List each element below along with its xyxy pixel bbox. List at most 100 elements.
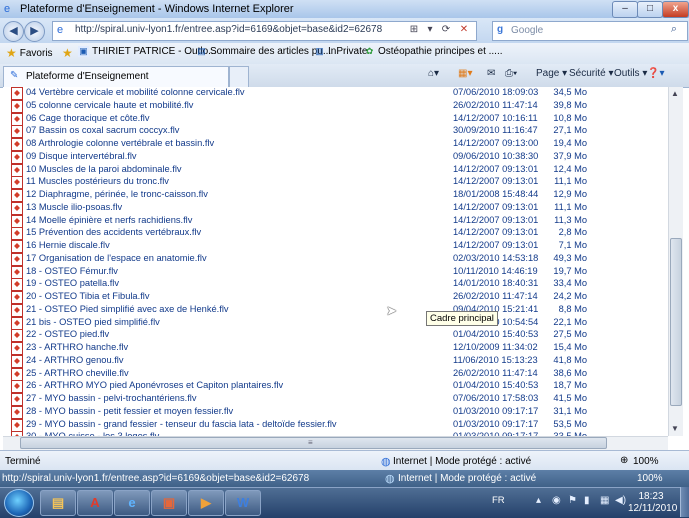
scroll-up-icon[interactable]: ▲ [668, 87, 682, 101]
window-title-bar[interactable]: e Plateforme d'Enseignement - Windows In… [0, 0, 689, 19]
add-favorite-button[interactable]: ★ [62, 46, 73, 60]
print-icon[interactable]: ⎙▾ [505, 68, 517, 79]
list-item[interactable]: 14 Moelle épinière et nerfs rachidiens.f… [3, 214, 673, 228]
file-name-link[interactable]: 05 colonne cervicale haute et mobilité.f… [26, 100, 193, 110]
list-item[interactable]: 23 - ARTHRO hanche.flv 12/10/2009 11:34:0… [3, 342, 673, 355]
start-button[interactable] [4, 489, 34, 517]
file-name-link[interactable]: 26 - ARTHRO MYO pied Aponévroses et Capi… [26, 380, 283, 390]
horizontal-scroll-thumb[interactable] [20, 437, 607, 449]
dropdown-icon[interactable]: ▾ [423, 23, 437, 37]
file-name-link[interactable]: 18 - OSTEO Fémur.flv [26, 266, 118, 276]
file-name-link[interactable]: 12 Diaphragme, périnée, le tronc-caisson… [26, 189, 208, 199]
list-item[interactable]: 08 Arthrologie colonne vertébrale et bas… [3, 138, 673, 151]
minimize-button[interactable]: – [612, 1, 638, 18]
list-item[interactable]: 19 - OSTEO patella.flv 14/01/2010 18:40:3… [3, 278, 673, 292]
file-name-link[interactable]: 17 Organisation de l'espace en anatomie.… [26, 253, 207, 263]
file-name-link[interactable]: 22 - OSTEO pied.flv [26, 329, 109, 339]
inprivate-link[interactable]: ▥ InPrivate [314, 46, 367, 57]
page-menu[interactable]: Page ▾ [536, 68, 567, 79]
forward-button[interactable]: ▶ [24, 21, 45, 42]
file-name-link[interactable]: 24 - ARTHRO genou.flv [26, 355, 124, 365]
list-item[interactable]: 28 - MYO bassin - petit fessier et moyen… [3, 405, 673, 419]
security-zone[interactable]: Internet | Mode protégé : activé [393, 456, 531, 467]
tray-app-icon[interactable]: ◉ [552, 495, 561, 506]
file-name-link[interactable]: 29 - MYO bassin - grand fessier - tenseu… [26, 419, 337, 429]
show-desktop-button[interactable] [680, 487, 689, 517]
list-item[interactable]: 21 - OSTEO Pied simplifié avec axe de He… [3, 303, 673, 317]
security-menu[interactable]: Sécurité ▾ [569, 68, 613, 79]
list-item[interactable]: 27 - MYO bassin - pelvi-trochantériens.f… [3, 393, 673, 406]
clock-time[interactable]: 18:23 [633, 491, 669, 502]
media-player-icon[interactable]: ▶ [188, 490, 224, 516]
search-icon[interactable]: ⌕ [667, 23, 681, 37]
list-item[interactable]: 15 Prévention des accidents vertébraux.f… [3, 227, 673, 241]
list-item[interactable]: 13 Muscle ilio-psoas.flv 14/12/2007 09:13… [3, 201, 673, 215]
list-item[interactable]: 04 Vertèbre cervicale et mobilité colonn… [3, 87, 673, 100]
stop-icon[interactable]: ✕ [457, 23, 471, 37]
tray-arrow-icon[interactable]: ▴ [536, 495, 541, 506]
file-name-link[interactable]: 16 Hernie discale.flv [26, 240, 110, 250]
tab-active[interactable]: ✎ Plateforme d'Enseignement [3, 66, 229, 87]
favorites-button[interactable]: ★ Favoris [6, 46, 53, 60]
search-box[interactable]: g Google ⌕ [492, 21, 688, 41]
file-name-link[interactable]: 20 - OSTEO Tibia et Fibula.flv [26, 291, 150, 301]
internet-explorer-icon[interactable]: e [114, 490, 150, 516]
new-tab-button[interactable] [229, 66, 249, 87]
favorite-link[interactable]: ▤ Sommaire des articles pu... [196, 46, 331, 57]
list-item[interactable]: 05 colonne cervicale haute et mobilité.f… [3, 99, 673, 113]
flag-icon[interactable]: ⚑ [568, 495, 577, 506]
list-item[interactable]: 20 - OSTEO Tibia et Fibula.flv 26/02/2010… [3, 291, 673, 304]
mail-icon[interactable]: ✉ [487, 68, 495, 79]
list-item[interactable]: 29 - MYO bassin - grand fessier - tenseu… [3, 418, 673, 432]
list-item[interactable]: 26 - ARTHRO MYO pied Aponévroses et Capi… [3, 380, 673, 394]
address-bar[interactable]: e http://spiral.univ-lyon1.fr/entree.asp… [52, 21, 477, 41]
list-item[interactable]: 12 Diaphragme, périnée, le tronc-caisson… [3, 189, 673, 202]
scroll-down-icon[interactable]: ▼ [668, 422, 682, 436]
list-item[interactable]: 10 Muscles de la paroi abdominale.flv 14/… [3, 163, 673, 177]
list-item[interactable]: 22 - OSTEO pied.flv 01/04/2010 15:40:53 27… [3, 329, 673, 343]
search-input[interactable]: Google [511, 25, 543, 36]
file-name-link[interactable]: 19 - OSTEO patella.flv [26, 278, 119, 288]
file-name-link[interactable]: 04 Vertèbre cervicale et mobilité colonn… [26, 87, 245, 97]
file-name-link[interactable]: 25 - ARTHRO cheville.flv [26, 368, 129, 378]
feeds-icon[interactable]: ▦▾ [458, 68, 472, 79]
favorite-link[interactable]: ✿ Ostéopathie principes et ..... [364, 46, 503, 57]
list-item[interactable]: 24 - ARTHRO genou.flv 11/06/2010 15:13:23… [3, 354, 673, 368]
list-item[interactable]: 09 Disque intervertébral.flv 09/06/2010 1… [3, 150, 673, 164]
file-name-link[interactable]: 15 Prévention des accidents vertébraux.f… [26, 227, 201, 237]
back-button[interactable]: ◀ [3, 21, 24, 42]
powerpoint-icon[interactable]: ▣ [151, 490, 187, 516]
network-icon[interactable]: ▦ [600, 495, 609, 506]
word-icon[interactable]: W [225, 490, 261, 516]
home-icon[interactable]: ⌂▾ [428, 68, 439, 79]
file-name-link[interactable]: 09 Disque intervertébral.flv [26, 151, 137, 161]
file-name-link[interactable]: 11 Muscles postérieurs du tronc.flv [26, 176, 169, 186]
clock-date[interactable]: 12/11/2010 [628, 503, 677, 514]
list-item[interactable]: 25 - ARTHRO cheville.flv 26/02/2010 11:47… [3, 367, 673, 381]
zoom-icon[interactable]: ⊕ [620, 455, 628, 466]
vertical-scroll-thumb[interactable] [670, 238, 682, 406]
list-item[interactable]: 06 Cage thoracique et côte.flv 14/12/2007… [3, 112, 673, 126]
file-name-link[interactable]: 21 - OSTEO Pied simplifié avec axe de He… [26, 304, 229, 314]
explorer-icon[interactable]: ▤ [40, 490, 76, 516]
maximize-button[interactable]: □ [637, 1, 663, 18]
acrobat-icon[interactable]: A [77, 490, 113, 516]
list-item[interactable]: 18 - OSTEO Fémur.flv 10/11/2010 14:46:19 1… [3, 265, 673, 279]
tools-menu[interactable]: Outils ▾ [614, 68, 647, 79]
zoom-level[interactable]: 100% [633, 456, 659, 467]
close-button[interactable]: x [662, 1, 689, 18]
power-icon[interactable]: ▮ [584, 495, 590, 506]
compatibility-view-icon[interactable]: ⊞ [407, 23, 421, 37]
file-name-link[interactable]: 10 Muscles de la paroi abdominale.flv [26, 164, 182, 174]
address-url[interactable]: http://spiral.univ-lyon1.fr/entree.asp?i… [75, 24, 382, 35]
file-name-link[interactable]: 28 - MYO bassin - petit fessier et moyen… [26, 406, 233, 416]
language-indicator[interactable]: FR [492, 495, 505, 506]
file-name-link[interactable]: 08 Arthrologie colonne vertébrale et bas… [26, 138, 214, 148]
file-name-link[interactable]: 21 bis - OSTEO pied simplifié.flv [26, 317, 160, 327]
file-name-link[interactable]: 14 Moelle épinière et nerfs rachidiens.f… [26, 215, 192, 225]
file-name-link[interactable]: 23 - ARTHRO hanche.flv [26, 342, 128, 352]
list-item[interactable]: 17 Organisation de l'espace en anatomie.… [3, 252, 673, 266]
list-item[interactable]: 16 Hernie discale.flv 14/12/2007 09:13:01… [3, 240, 673, 253]
refresh-icon[interactable]: ⟳ [439, 23, 453, 37]
file-name-link[interactable]: 07 Bassin os coxal sacrum coccyx.flv [26, 125, 179, 135]
